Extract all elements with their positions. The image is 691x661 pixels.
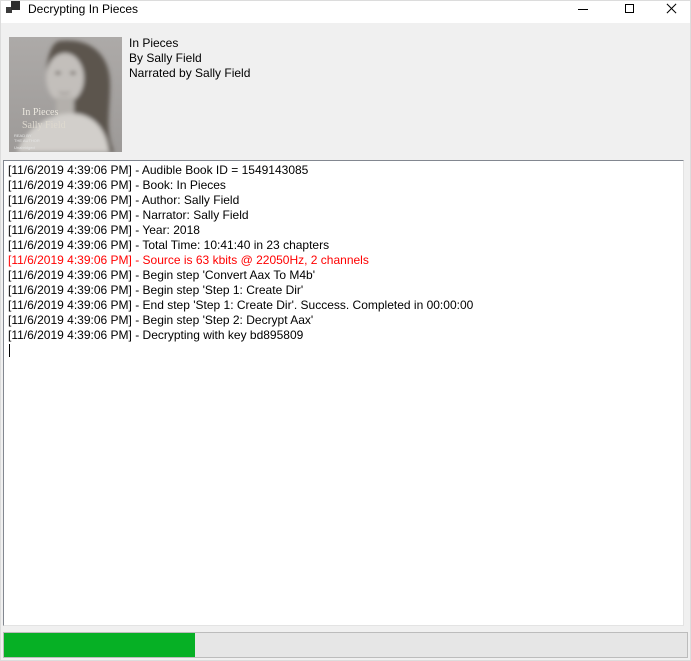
log-lines: [11/6/2019 4:39:06 PM] - Audible Book ID… [8, 163, 679, 343]
log-line: [11/6/2019 4:39:06 PM] - End step 'Step … [8, 298, 679, 313]
app-window-icon [6, 1, 20, 14]
cover-author: Sally Field [22, 120, 66, 131]
progress-fill [4, 633, 195, 657]
log-line: [11/6/2019 4:39:06 PM] - Source is 63 kb… [8, 253, 679, 268]
log-line: [11/6/2019 4:39:06 PM] - Begin step 'Ste… [8, 313, 679, 328]
titlebar[interactable]: Decrypting In Pieces [1, 1, 690, 23]
log-line: [11/6/2019 4:39:06 PM] - Year: 2018 [8, 223, 679, 238]
window-controls [560, 1, 690, 23]
book-author: By Sally Field [129, 51, 250, 66]
book-info: In Pieces By Sally Field Narrated by Sal… [129, 36, 250, 81]
log-textbox[interactable]: [11/6/2019 4:39:06 PM] - Audible Book ID… [3, 160, 684, 626]
close-button[interactable] [652, 1, 690, 23]
log-line: [11/6/2019 4:39:06 PM] - Book: In Pieces [8, 178, 679, 193]
log-line: [11/6/2019 4:39:06 PM] - Audible Book ID… [8, 163, 679, 178]
cover-title: In Pieces [22, 107, 58, 118]
log-line: [11/6/2019 4:39:06 PM] - Author: Sally F… [8, 193, 679, 208]
book-cover-image: In Pieces Sally Field READ BY THE AUTHOR… [9, 37, 122, 152]
log-line: [11/6/2019 4:39:06 PM] - Decrypting with… [8, 328, 679, 343]
maximize-icon [625, 4, 634, 13]
maximize-button[interactable] [606, 1, 652, 23]
minimize-icon [578, 9, 588, 10]
log-line: [11/6/2019 4:39:06 PM] - Begin step 'Con… [8, 268, 679, 283]
text-caret [9, 344, 10, 357]
progress-bar [3, 632, 688, 658]
minimize-button[interactable] [560, 1, 606, 23]
log-line: [11/6/2019 4:39:06 PM] - Total Time: 10:… [8, 238, 679, 253]
window-title: Decrypting In Pieces [28, 2, 138, 16]
cover-readby-line2: THE AUTHOR [14, 138, 40, 143]
close-icon [666, 3, 677, 14]
book-title: In Pieces [129, 36, 250, 51]
app-window: Decrypting In Pieces [0, 0, 691, 661]
book-narrator: Narrated by Sally Field [129, 66, 250, 81]
cover-edition: Unabridged [14, 145, 35, 150]
log-line: [11/6/2019 4:39:06 PM] - Begin step 'Ste… [8, 283, 679, 298]
log-line: [11/6/2019 4:39:06 PM] - Narrator: Sally… [8, 208, 679, 223]
